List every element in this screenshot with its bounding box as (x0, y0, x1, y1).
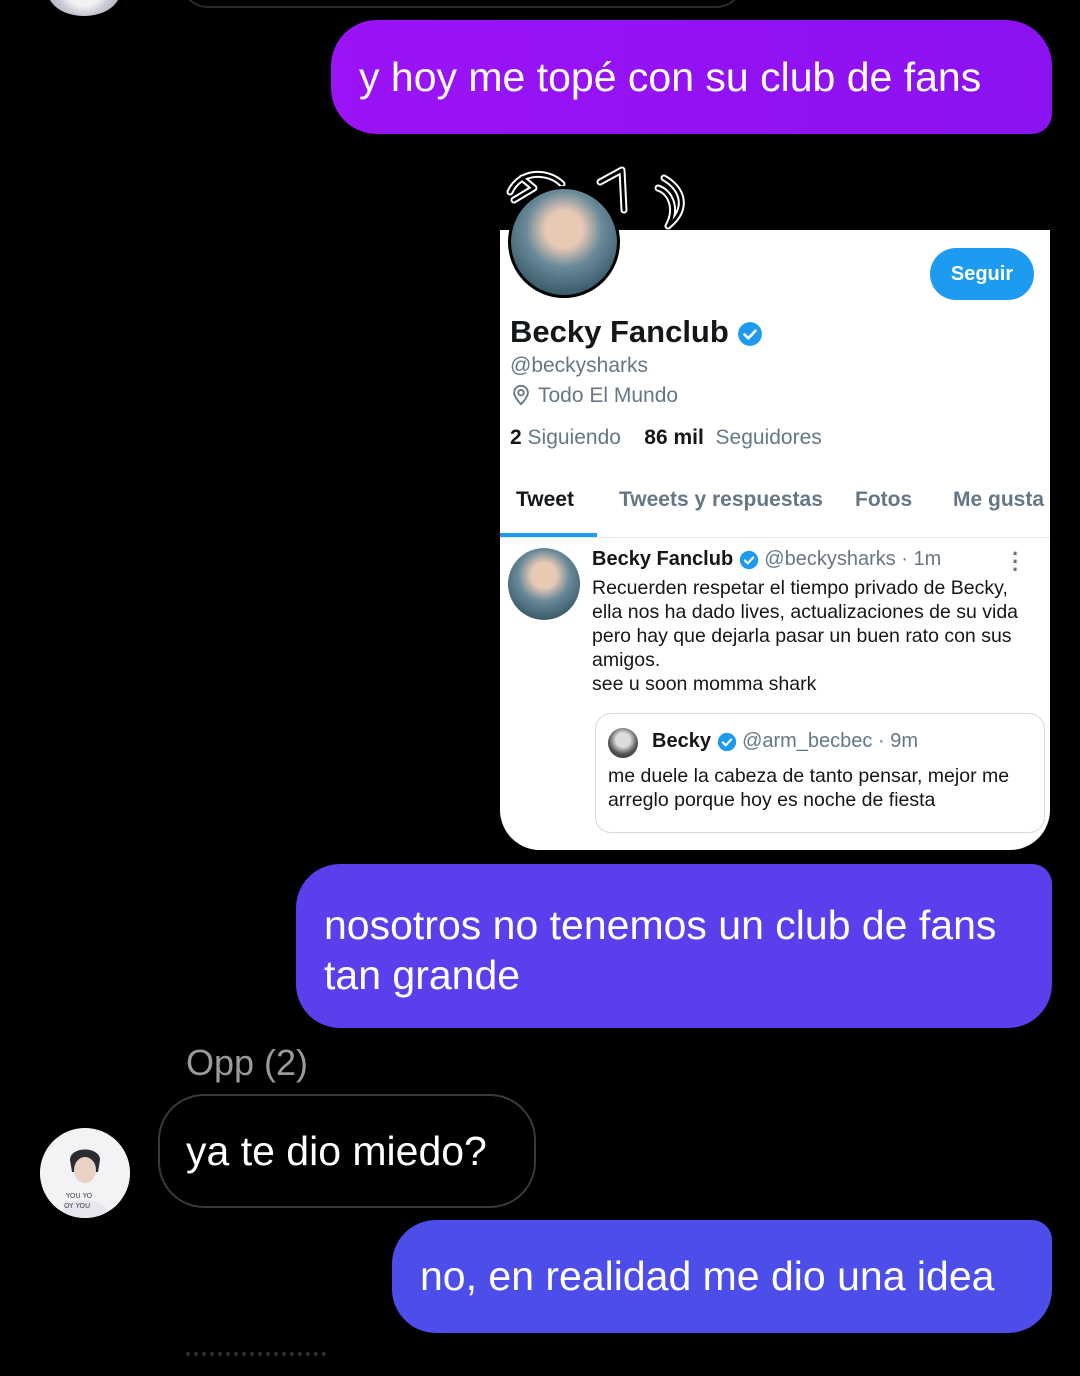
tweet-text: Recuerden respetar el tiempo privado de … (592, 577, 1019, 671)
profile-handle: @beckysharks (510, 354, 649, 377)
location-text: Todo El Mundo (538, 384, 679, 407)
tweet-handle-time: @beckysharks · 1m (764, 548, 942, 570)
svg-text:OY YOU: OY YOU (64, 1202, 90, 1210)
outgoing-message-bubble[interactable]: no, en realidad me dio una idea (392, 1220, 1052, 1333)
tweet-body: Recuerden respetar el tiempo privado de … (592, 576, 1032, 696)
quote-avatar (608, 728, 638, 758)
location-pin-icon (513, 384, 529, 406)
message-text: nosotros no tenemos un club de fans tan … (324, 902, 997, 998)
svg-text:YOU YO: YOU YO (65, 1192, 93, 1200)
message-text: y hoy me topé con su club de fans (359, 54, 982, 100)
sender-avatar[interactable]: YOU YO OY YOU (40, 1128, 130, 1218)
incoming-message-bubble[interactable]: ya te dio miedo? (158, 1094, 536, 1208)
tweet-header: Becky Fanclub @beckysharks · 1m (592, 548, 941, 571)
profile-tabs: Tweet Tweets y respuestas Fotos Me gusta (500, 488, 1050, 538)
quote-handle-time: @arm_becbec · 9m (742, 730, 918, 752)
quote-author: Becky (652, 730, 711, 752)
profile-stats: 2 Siguiendo 86 mil Seguidores (510, 426, 822, 450)
outgoing-message-bubble[interactable]: nosotros no tenemos un club de fans tan … (296, 864, 1052, 1028)
tab-photos[interactable]: Fotos (855, 488, 912, 512)
following-label[interactable]: Siguiendo (528, 426, 621, 449)
quote-text: me duele la cabeza de tanto pensar, mejo… (608, 765, 1010, 811)
profile-location: Todo El Mundo (510, 384, 678, 408)
follow-button[interactable]: Seguir (930, 248, 1034, 300)
tweet-author: Becky Fanclub (592, 548, 734, 570)
tweet-avatar[interactable] (508, 548, 580, 620)
tab-tweets-replies[interactable]: Tweets y respuestas (619, 488, 823, 512)
message-text: ya te dio miedo? (186, 1128, 487, 1174)
verified-badge-icon (717, 732, 736, 751)
tweet-text-line2: see u soon momma shark (592, 673, 817, 695)
tab-likes[interactable]: Me gusta (953, 488, 1044, 512)
display-name-text: Becky Fanclub (510, 314, 729, 349)
more-options-icon[interactable]: · · · (1012, 543, 1019, 581)
shared-image-message[interactable]: Seguir Becky Fanclub @beckysharks Todo E… (500, 148, 1050, 850)
contact-avatar[interactable] (48, 0, 120, 16)
previous-message-bubble (180, 0, 744, 8)
tab-tweet[interactable]: Tweet (516, 488, 574, 512)
tabs-divider (500, 537, 1050, 538)
quoted-tweet[interactable]: Becky @arm_becbec · 9m me duele la cabez… (595, 713, 1045, 833)
message-text: no, en realidad me dio una idea (420, 1253, 995, 1299)
profile-display-name: Becky Fanclub (510, 314, 763, 350)
next-message-cutoff (186, 1352, 326, 1376)
followers-label[interactable]: Seguidores (716, 426, 822, 449)
quote-header: Becky @arm_becbec · 9m (652, 730, 918, 753)
followers-count[interactable]: 86 mil (644, 426, 704, 449)
avatar-image-icon: YOU YO OY YOU (40, 1128, 130, 1218)
following-count[interactable]: 2 (510, 426, 522, 449)
profile-avatar (508, 186, 620, 298)
verified-badge-icon (739, 550, 758, 569)
outgoing-message-bubble[interactable]: y hoy me topé con su club de fans (331, 20, 1052, 134)
verified-badge-icon (738, 321, 763, 346)
sender-name: Opp (2) (186, 1042, 309, 1083)
